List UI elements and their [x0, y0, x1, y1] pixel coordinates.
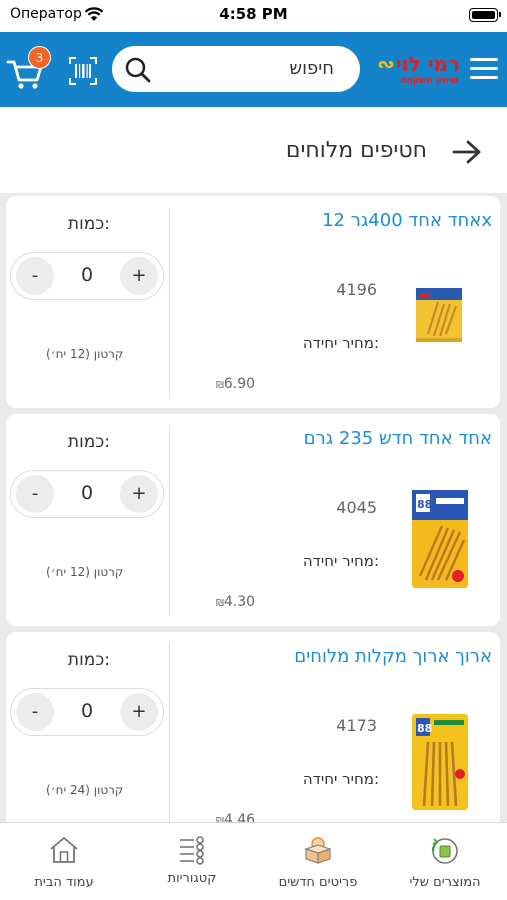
product-sku: 4173: [336, 716, 377, 735]
product-sku: 4045: [336, 498, 377, 517]
unit-price-label: מחיר יחידה:: [302, 770, 379, 788]
product-sku: 4196: [336, 280, 377, 299]
carton-size: קרטון (24 יח׳): [46, 783, 124, 797]
product-name[interactable]: אחד אחד חדש 235 גרם: [304, 428, 492, 449]
quantity-stepper: - 0 +: [10, 470, 164, 518]
search-icon[interactable]: [124, 56, 152, 84]
categories-list-icon: [180, 836, 204, 865]
svg-text:88: 88: [417, 498, 432, 511]
increase-button[interactable]: +: [120, 475, 158, 513]
card-divider: [169, 426, 170, 616]
currency-symbol: ₪: [216, 380, 224, 391]
quantity-stepper: - 0 +: [10, 252, 164, 300]
clock: 4:58 PM: [219, 5, 288, 23]
battery-icon: [469, 8, 501, 22]
unit-price-label: מחיר יחידה:: [302, 334, 379, 352]
tab-categories-label: קטגוריות: [167, 871, 217, 886]
currency-symbol: ₪: [216, 598, 224, 609]
bottom-tab-bar: עמוד הבית קטגוריות פריטים חדשים המוצרים …: [0, 822, 507, 900]
logo-main-text: רמי לוי: [395, 52, 460, 76]
quantity-label: כמות:: [67, 650, 110, 670]
search-placeholder: חיפוש: [289, 58, 334, 79]
tab-new-items-label: פריטים חדשים: [278, 875, 358, 890]
cart-count-badge: 3: [28, 46, 51, 69]
quantity-stepper: - 0 +: [10, 688, 164, 736]
logo-mark-icon: ᔓ: [378, 56, 394, 72]
app-header: 3 חיפוש ᔓ רמי לוי שיווק השקמה: [0, 32, 507, 107]
card-divider: [169, 644, 170, 823]
product-card: ארוך ארוך מקלות מלוחים 88 4173 מחיר יחיד…: [6, 632, 500, 823]
search-input[interactable]: חיפוש: [112, 46, 360, 92]
quantity-label: כמות:: [67, 214, 110, 234]
tab-new-items[interactable]: פריטים חדשים: [264, 823, 372, 900]
product-image[interactable]: 88: [402, 484, 478, 592]
hamburger-menu-icon[interactable]: [470, 58, 498, 80]
price-value: 6.90: [223, 376, 256, 392]
increase-button[interactable]: +: [120, 257, 158, 295]
quantity-label: כמות:: [67, 432, 110, 452]
tab-home-label: עמוד הבית: [34, 875, 94, 890]
logo-sub-text: שיווק השקמה: [400, 76, 458, 86]
product-image[interactable]: [402, 266, 478, 374]
store-logo[interactable]: ᔓ רמי לוי שיווק השקמה: [378, 52, 460, 88]
unit-price-label: מחיר יחידה:: [302, 552, 379, 570]
my-products-icon: [431, 838, 458, 864]
product-list[interactable]: אחד אחד 400גר 12x 4196 מחיר יחידה: ₪6.90…: [0, 193, 507, 823]
tab-home[interactable]: עמוד הבית: [20, 823, 108, 900]
tab-my-products[interactable]: המוצרים שלי: [396, 823, 494, 900]
status-bar: Оператор 4:58 PM: [0, 0, 507, 32]
product-image[interactable]: 88: [402, 702, 478, 810]
page-title: חטיפים מלוחים: [285, 138, 427, 163]
carton-size: קרטון (12 יח׳): [46, 347, 124, 361]
tab-categories[interactable]: קטגוריות: [150, 823, 234, 900]
carton-size: קרטון (12 יח׳): [46, 565, 124, 579]
product-name[interactable]: ארוך ארוך מקלות מלוחים: [294, 646, 492, 667]
back-arrow-icon[interactable]: [452, 139, 482, 165]
product-card: אחד אחד 400גר 12x 4196 מחיר יחידה: ₪6.90…: [6, 196, 500, 408]
svg-text:88: 88: [417, 722, 432, 735]
price-value: 4.30: [223, 594, 256, 610]
increase-button[interactable]: +: [120, 693, 158, 731]
tab-my-products-label: המוצרים שלי: [409, 875, 481, 890]
barcode-scan-icon[interactable]: [68, 56, 98, 86]
product-name[interactable]: אחד אחד 400גר 12x: [322, 210, 492, 231]
home-icon: [50, 837, 78, 863]
product-price: ₪6.90: [216, 376, 255, 392]
product-price: ₪4.30: [216, 594, 255, 610]
new-items-box-icon: [304, 837, 332, 864]
card-divider: [169, 208, 170, 398]
product-card: אחד אחד חדש 235 גרם 88 4045 מחיר יחידה: …: [6, 414, 500, 626]
category-title-bar: חטיפים מלוחים: [0, 107, 507, 193]
